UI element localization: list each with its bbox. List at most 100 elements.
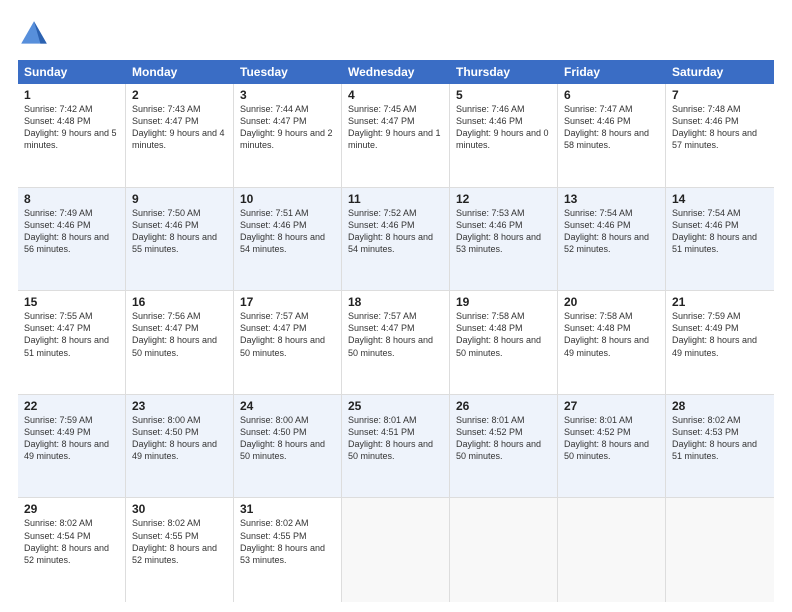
calendar-row: 15Sunrise: 7:55 AMSunset: 4:47 PMDayligh… [18, 291, 774, 395]
header-day-sunday: Sunday [18, 60, 126, 84]
cell-details: Sunrise: 7:59 AMSunset: 4:49 PMDaylight:… [24, 414, 119, 463]
day-number: 23 [132, 399, 227, 413]
cell-details: Sunrise: 8:02 AMSunset: 4:54 PMDaylight:… [24, 517, 119, 566]
calendar-cell: 10Sunrise: 7:51 AMSunset: 4:46 PMDayligh… [234, 188, 342, 291]
day-number: 29 [24, 502, 119, 516]
cell-details: Sunrise: 7:47 AMSunset: 4:46 PMDaylight:… [564, 103, 659, 152]
calendar-cell: 28Sunrise: 8:02 AMSunset: 4:53 PMDayligh… [666, 395, 774, 498]
day-number: 10 [240, 192, 335, 206]
day-number: 31 [240, 502, 335, 516]
cell-details: Sunrise: 8:02 AMSunset: 4:53 PMDaylight:… [672, 414, 768, 463]
day-number: 7 [672, 88, 768, 102]
calendar-cell: 19Sunrise: 7:58 AMSunset: 4:48 PMDayligh… [450, 291, 558, 394]
cell-details: Sunrise: 7:56 AMSunset: 4:47 PMDaylight:… [132, 310, 227, 359]
day-number: 14 [672, 192, 768, 206]
cell-details: Sunrise: 7:55 AMSunset: 4:47 PMDaylight:… [24, 310, 119, 359]
calendar-cell: 11Sunrise: 7:52 AMSunset: 4:46 PMDayligh… [342, 188, 450, 291]
calendar-cell: 26Sunrise: 8:01 AMSunset: 4:52 PMDayligh… [450, 395, 558, 498]
cell-details: Sunrise: 8:01 AMSunset: 4:52 PMDaylight:… [456, 414, 551, 463]
header-day-friday: Friday [558, 60, 666, 84]
day-number: 30 [132, 502, 227, 516]
page: SundayMondayTuesdayWednesdayThursdayFrid… [0, 0, 792, 612]
calendar-cell: 6Sunrise: 7:47 AMSunset: 4:46 PMDaylight… [558, 84, 666, 187]
day-number: 22 [24, 399, 119, 413]
header-day-thursday: Thursday [450, 60, 558, 84]
logo-icon [18, 18, 50, 50]
cell-details: Sunrise: 7:48 AMSunset: 4:46 PMDaylight:… [672, 103, 768, 152]
calendar-cell: 31Sunrise: 8:02 AMSunset: 4:55 PMDayligh… [234, 498, 342, 602]
cell-details: Sunrise: 7:44 AMSunset: 4:47 PMDaylight:… [240, 103, 335, 152]
calendar-cell: 8Sunrise: 7:49 AMSunset: 4:46 PMDaylight… [18, 188, 126, 291]
calendar-cell: 15Sunrise: 7:55 AMSunset: 4:47 PMDayligh… [18, 291, 126, 394]
cell-details: Sunrise: 7:59 AMSunset: 4:49 PMDaylight:… [672, 310, 768, 359]
cell-details: Sunrise: 8:01 AMSunset: 4:51 PMDaylight:… [348, 414, 443, 463]
day-number: 3 [240, 88, 335, 102]
cell-details: Sunrise: 8:02 AMSunset: 4:55 PMDaylight:… [132, 517, 227, 566]
header-day-tuesday: Tuesday [234, 60, 342, 84]
header-day-saturday: Saturday [666, 60, 774, 84]
day-number: 8 [24, 192, 119, 206]
calendar: SundayMondayTuesdayWednesdayThursdayFrid… [18, 60, 774, 602]
cell-details: Sunrise: 7:50 AMSunset: 4:46 PMDaylight:… [132, 207, 227, 256]
day-number: 19 [456, 295, 551, 309]
day-number: 11 [348, 192, 443, 206]
calendar-cell: 27Sunrise: 8:01 AMSunset: 4:52 PMDayligh… [558, 395, 666, 498]
calendar-cell [342, 498, 450, 602]
day-number: 26 [456, 399, 551, 413]
cell-details: Sunrise: 7:49 AMSunset: 4:46 PMDaylight:… [24, 207, 119, 256]
calendar-cell: 25Sunrise: 8:01 AMSunset: 4:51 PMDayligh… [342, 395, 450, 498]
day-number: 1 [24, 88, 119, 102]
day-number: 13 [564, 192, 659, 206]
calendar-cell: 22Sunrise: 7:59 AMSunset: 4:49 PMDayligh… [18, 395, 126, 498]
calendar-row: 29Sunrise: 8:02 AMSunset: 4:54 PMDayligh… [18, 498, 774, 602]
day-number: 28 [672, 399, 768, 413]
header-day-wednesday: Wednesday [342, 60, 450, 84]
calendar-cell: 7Sunrise: 7:48 AMSunset: 4:46 PMDaylight… [666, 84, 774, 187]
calendar-header: SundayMondayTuesdayWednesdayThursdayFrid… [18, 60, 774, 84]
day-number: 25 [348, 399, 443, 413]
day-number: 16 [132, 295, 227, 309]
day-number: 9 [132, 192, 227, 206]
day-number: 15 [24, 295, 119, 309]
day-number: 27 [564, 399, 659, 413]
cell-details: Sunrise: 7:51 AMSunset: 4:46 PMDaylight:… [240, 207, 335, 256]
calendar-cell: 9Sunrise: 7:50 AMSunset: 4:46 PMDaylight… [126, 188, 234, 291]
cell-details: Sunrise: 8:02 AMSunset: 4:55 PMDaylight:… [240, 517, 335, 566]
day-number: 18 [348, 295, 443, 309]
calendar-body: 1Sunrise: 7:42 AMSunset: 4:48 PMDaylight… [18, 84, 774, 602]
logo [18, 18, 54, 50]
day-number: 2 [132, 88, 227, 102]
cell-details: Sunrise: 7:43 AMSunset: 4:47 PMDaylight:… [132, 103, 227, 152]
calendar-cell: 2Sunrise: 7:43 AMSunset: 4:47 PMDaylight… [126, 84, 234, 187]
calendar-cell: 5Sunrise: 7:46 AMSunset: 4:46 PMDaylight… [450, 84, 558, 187]
cell-details: Sunrise: 7:45 AMSunset: 4:47 PMDaylight:… [348, 103, 443, 152]
day-number: 17 [240, 295, 335, 309]
header-day-monday: Monday [126, 60, 234, 84]
calendar-cell: 4Sunrise: 7:45 AMSunset: 4:47 PMDaylight… [342, 84, 450, 187]
calendar-row: 8Sunrise: 7:49 AMSunset: 4:46 PMDaylight… [18, 188, 774, 292]
day-number: 6 [564, 88, 659, 102]
calendar-cell: 17Sunrise: 7:57 AMSunset: 4:47 PMDayligh… [234, 291, 342, 394]
calendar-cell: 21Sunrise: 7:59 AMSunset: 4:49 PMDayligh… [666, 291, 774, 394]
calendar-cell [558, 498, 666, 602]
calendar-cell: 3Sunrise: 7:44 AMSunset: 4:47 PMDaylight… [234, 84, 342, 187]
cell-details: Sunrise: 7:42 AMSunset: 4:48 PMDaylight:… [24, 103, 119, 152]
cell-details: Sunrise: 7:53 AMSunset: 4:46 PMDaylight:… [456, 207, 551, 256]
calendar-cell: 12Sunrise: 7:53 AMSunset: 4:46 PMDayligh… [450, 188, 558, 291]
day-number: 5 [456, 88, 551, 102]
cell-details: Sunrise: 7:57 AMSunset: 4:47 PMDaylight:… [348, 310, 443, 359]
day-number: 20 [564, 295, 659, 309]
calendar-row: 22Sunrise: 7:59 AMSunset: 4:49 PMDayligh… [18, 395, 774, 499]
calendar-cell: 13Sunrise: 7:54 AMSunset: 4:46 PMDayligh… [558, 188, 666, 291]
calendar-cell: 23Sunrise: 8:00 AMSunset: 4:50 PMDayligh… [126, 395, 234, 498]
cell-details: Sunrise: 7:54 AMSunset: 4:46 PMDaylight:… [672, 207, 768, 256]
calendar-cell: 20Sunrise: 7:58 AMSunset: 4:48 PMDayligh… [558, 291, 666, 394]
cell-details: Sunrise: 7:46 AMSunset: 4:46 PMDaylight:… [456, 103, 551, 152]
calendar-cell: 16Sunrise: 7:56 AMSunset: 4:47 PMDayligh… [126, 291, 234, 394]
calendar-cell: 1Sunrise: 7:42 AMSunset: 4:48 PMDaylight… [18, 84, 126, 187]
day-number: 12 [456, 192, 551, 206]
cell-details: Sunrise: 7:58 AMSunset: 4:48 PMDaylight:… [456, 310, 551, 359]
cell-details: Sunrise: 8:01 AMSunset: 4:52 PMDaylight:… [564, 414, 659, 463]
calendar-cell [666, 498, 774, 602]
cell-details: Sunrise: 7:58 AMSunset: 4:48 PMDaylight:… [564, 310, 659, 359]
